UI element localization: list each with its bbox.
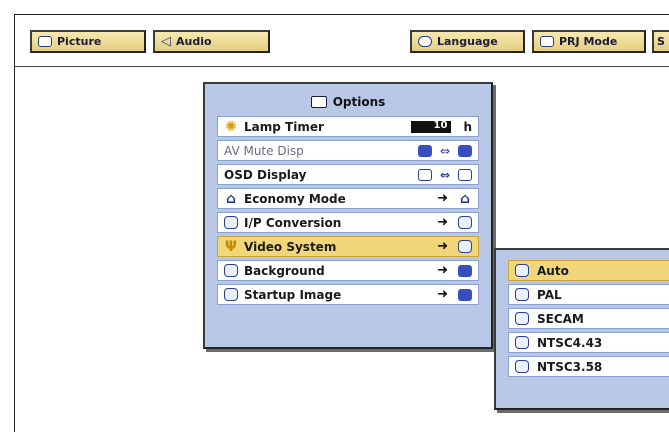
background-icon: [458, 264, 472, 277]
menu-item-lamp-timer[interactable]: ✺ Lamp Timer 10 h: [217, 116, 479, 137]
speaker-icon: ◁: [161, 34, 171, 49]
ip-icon: [224, 216, 238, 229]
menu-title: Options: [205, 92, 491, 112]
arrow-right-icon: ➜: [437, 191, 448, 206]
menu-item-video-system[interactable]: Ψ Video System ➜: [217, 236, 479, 257]
arrow-right-icon: ➜: [437, 263, 448, 278]
monitor-icon: [38, 36, 52, 47]
secam-icon: [515, 312, 529, 325]
arrow-right-icon: ➜: [437, 287, 448, 302]
auto-icon: [458, 240, 472, 253]
startup-icon: [224, 288, 238, 301]
tab-label: Audio: [176, 35, 212, 48]
tab-label: Picture: [57, 35, 102, 48]
ip-icon: [458, 216, 472, 229]
tab-label: PRJ Mode: [559, 35, 618, 48]
option-icon: [417, 144, 432, 157]
pal-icon: [515, 288, 529, 301]
option-icon: [458, 144, 472, 157]
house-icon: ⌂: [225, 190, 237, 207]
left-right-arrow-icon: ⇔: [439, 167, 450, 182]
arrow-right-icon: ➜: [437, 239, 448, 254]
submenu-item-ntsc358[interactable]: NTSC3.58: [508, 356, 669, 377]
projector-icon: [540, 36, 554, 47]
menu-item-av-mute-disp: AV Mute Disp ⇔: [217, 140, 479, 161]
lamp-icon: ✺: [225, 118, 237, 135]
menu-item-background[interactable]: Background ➜: [217, 260, 479, 281]
options-menu: Options ✺ Lamp Timer 10 h AV Mute Disp ⇔…: [203, 82, 493, 349]
antenna-icon: Ψ: [225, 238, 237, 255]
left-right-arrow-icon: ⇔: [439, 143, 450, 158]
tab-prj-mode[interactable]: PRJ Mode: [532, 30, 646, 53]
video-system-submenu: Auto PAL SECAM NTSC4.43 NTSC3.58: [494, 248, 669, 410]
ntsc443-icon: [515, 336, 529, 349]
tab-language[interactable]: Language: [410, 30, 525, 53]
submenu-item-auto[interactable]: Auto: [508, 260, 669, 281]
tab-audio[interactable]: ◁ Audio: [153, 30, 270, 53]
submenu-item-ntsc443[interactable]: NTSC4.43: [508, 332, 669, 353]
lamp-timer-value: 10: [411, 120, 452, 133]
arrow-right-icon: ➜: [437, 215, 448, 230]
house-icon: ⌂: [459, 190, 471, 207]
tab-s[interactable]: S: [652, 30, 669, 53]
tab-picture[interactable]: Picture: [30, 30, 146, 53]
ntsc358-icon: [515, 360, 529, 373]
tab-label: Language: [437, 35, 498, 48]
speech-bubble-icon: [418, 36, 432, 47]
tab-bar-divider: [14, 66, 669, 67]
tab-label: S: [657, 35, 665, 48]
menu-item-economy-mode[interactable]: ⌂ Economy Mode ➜ ⌂: [217, 188, 479, 209]
auto-icon: [515, 264, 529, 277]
menu-item-startup-image[interactable]: Startup Image ➜: [217, 284, 479, 305]
background-icon: [224, 264, 238, 277]
briefcase-icon: [310, 96, 327, 108]
option-icon: [458, 168, 472, 181]
submenu-item-secam[interactable]: SECAM: [508, 308, 669, 329]
menu-item-osd-display[interactable]: OSD Display ⇔: [217, 164, 479, 185]
startup-icon: [458, 288, 472, 301]
menu-item-ip-conversion[interactable]: I/P Conversion ➜: [217, 212, 479, 233]
submenu-item-pal[interactable]: PAL: [508, 284, 669, 305]
option-icon: [417, 168, 432, 181]
